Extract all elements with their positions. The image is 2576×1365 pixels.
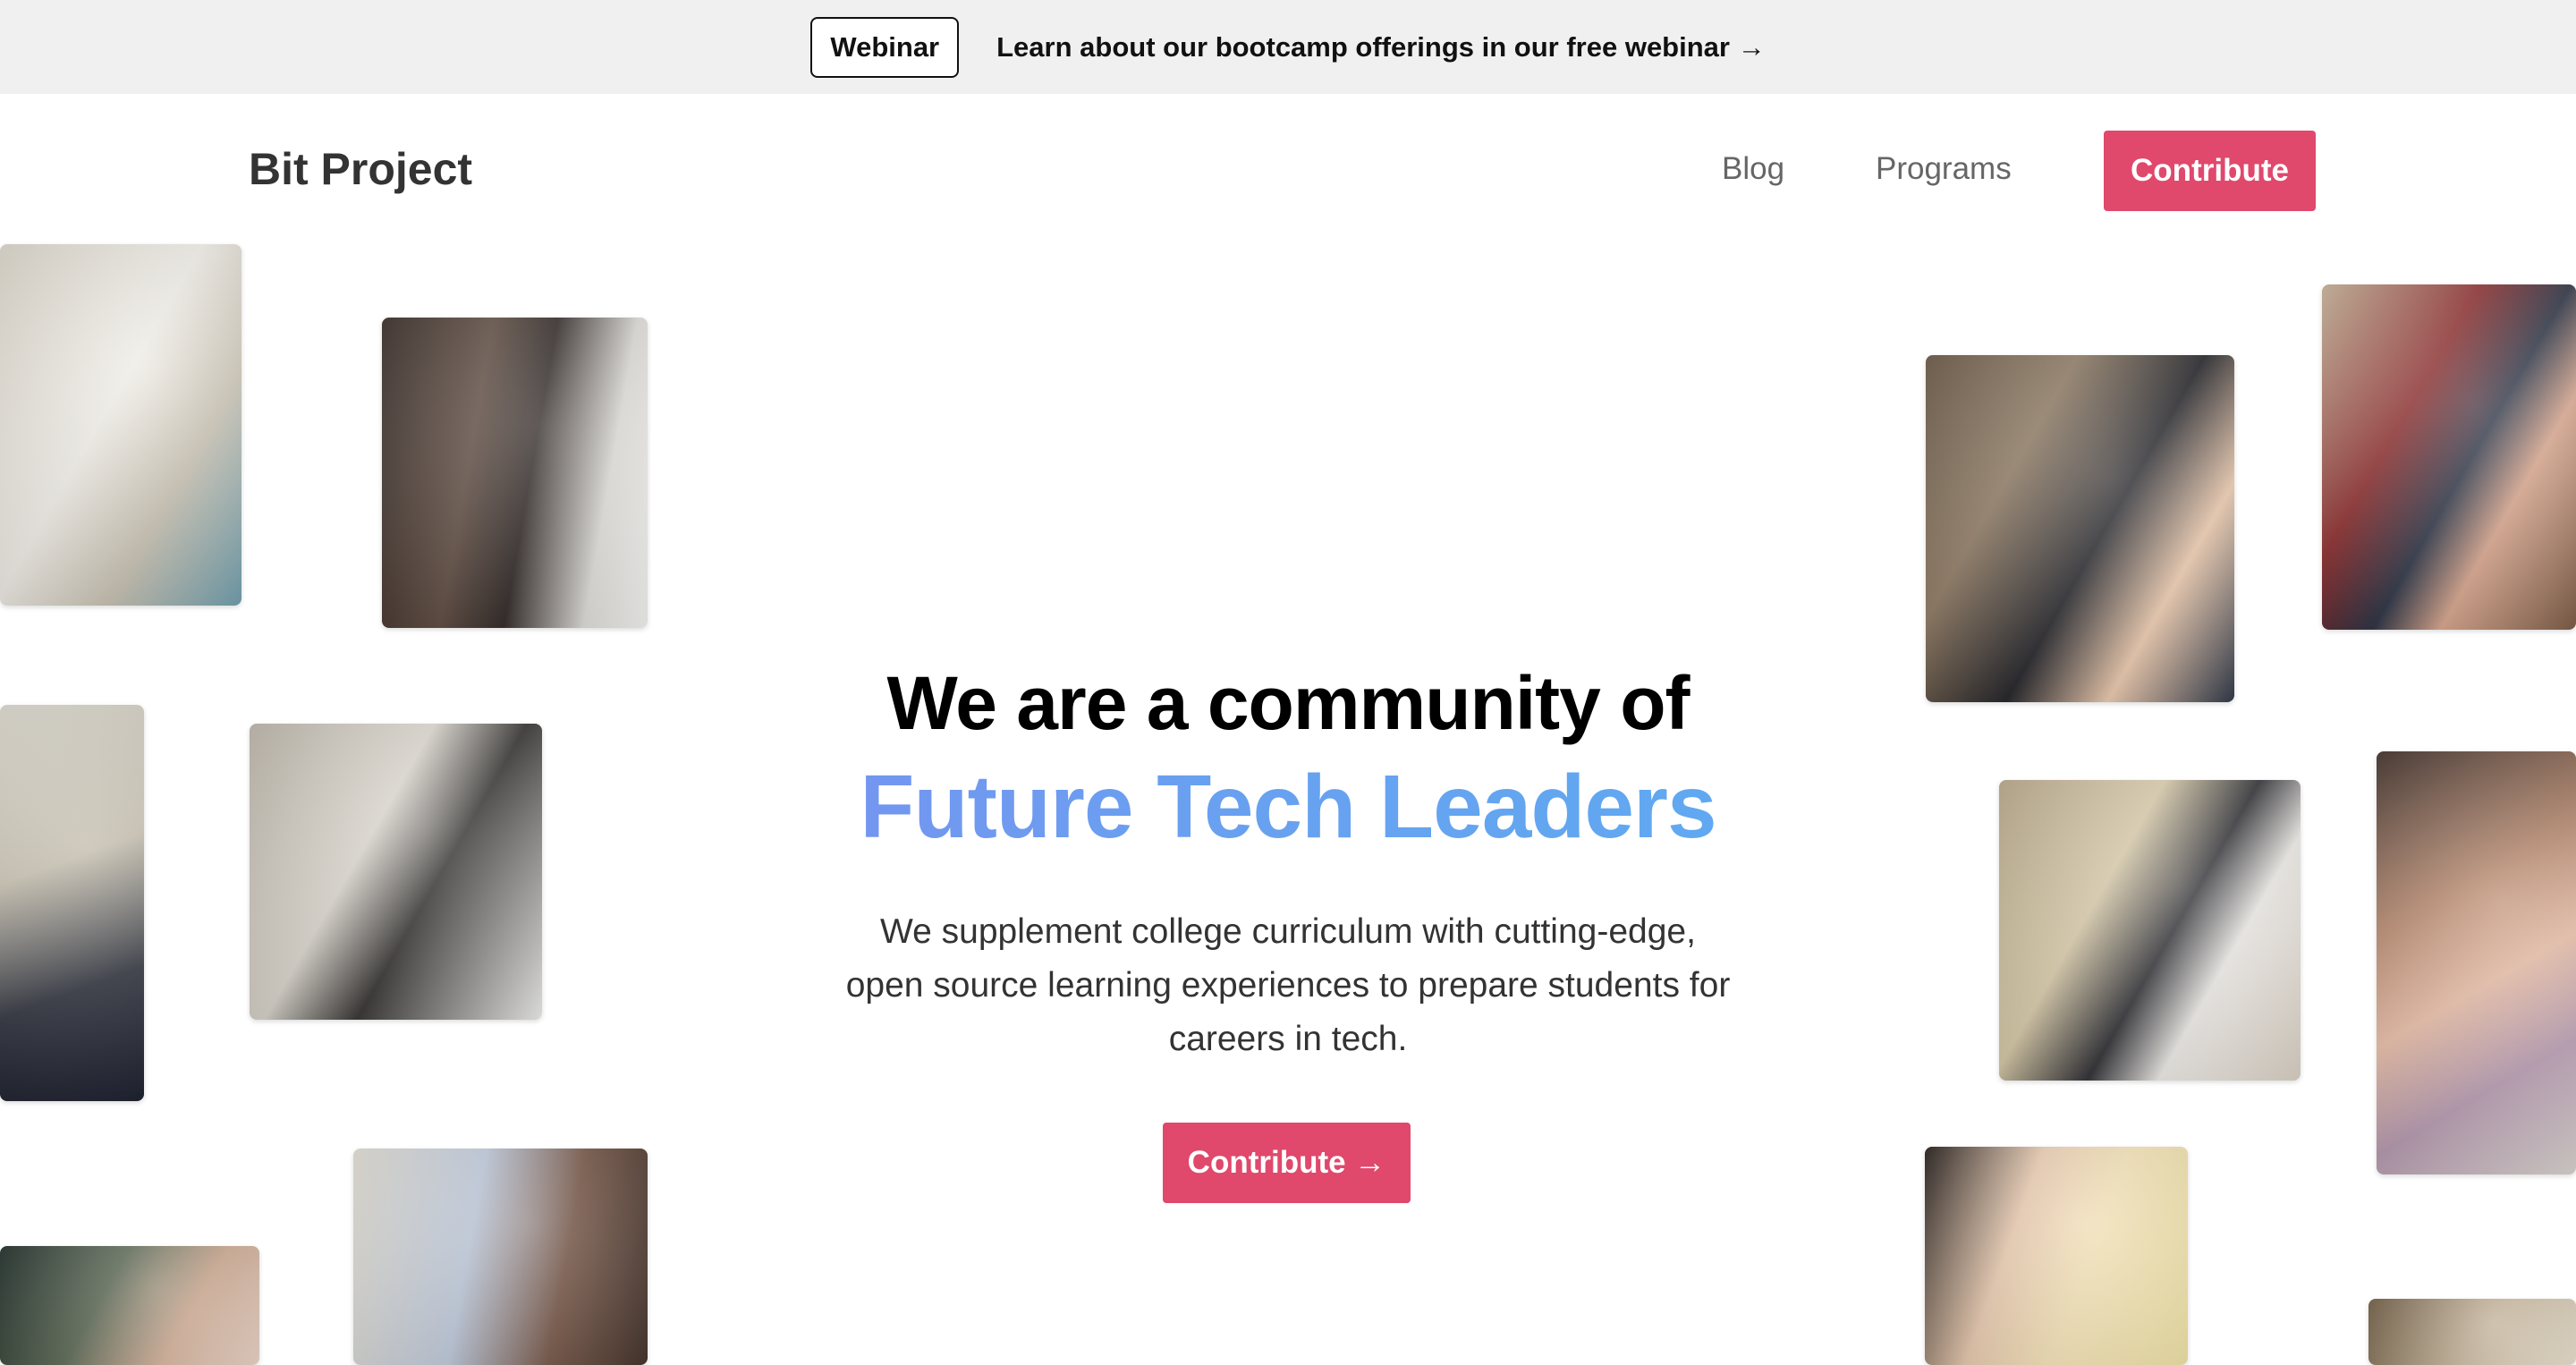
photo-long-hair-student — [2377, 751, 2576, 1174]
photo-desk-student — [2322, 284, 2576, 630]
nav-link-programs[interactable]: Programs — [1876, 151, 2012, 187]
photo-whiteboard — [0, 244, 242, 606]
navbar: Bit Project Blog Programs Contribute — [0, 94, 2576, 246]
hero-contribute-button[interactable]: Contribute → — [1163, 1123, 1411, 1203]
photo-bottom-right — [2368, 1299, 2576, 1365]
photo-headphones — [0, 705, 144, 1101]
webinar-link[interactable]: Learn about our bootcamp offerings in ou… — [996, 31, 1765, 64]
photo-student-notes — [382, 318, 648, 628]
brand-logo[interactable]: Bit Project — [249, 143, 472, 195]
photo-writing-student — [1925, 1147, 2188, 1365]
nav-contribute-button[interactable]: Contribute — [2104, 131, 2316, 211]
photo-laptop-glasses — [1999, 780, 2301, 1081]
photo-thinking-student — [353, 1149, 648, 1365]
hero-headline-gradient-text: Future Tech Leaders — [860, 757, 1716, 857]
hero-subtext: We supplement college curriculum with cu… — [845, 912, 1731, 1058]
photo-tablet-student — [1926, 355, 2234, 702]
photo-bottom-left-student — [0, 1246, 259, 1365]
announcement-banner: Webinar Learn about our bootcamp offerin… — [0, 0, 2576, 94]
webinar-badge[interactable]: Webinar — [810, 16, 960, 78]
nav-link-blog[interactable]: Blog — [1722, 151, 1784, 187]
photo-laptop-student — [250, 724, 542, 1020]
